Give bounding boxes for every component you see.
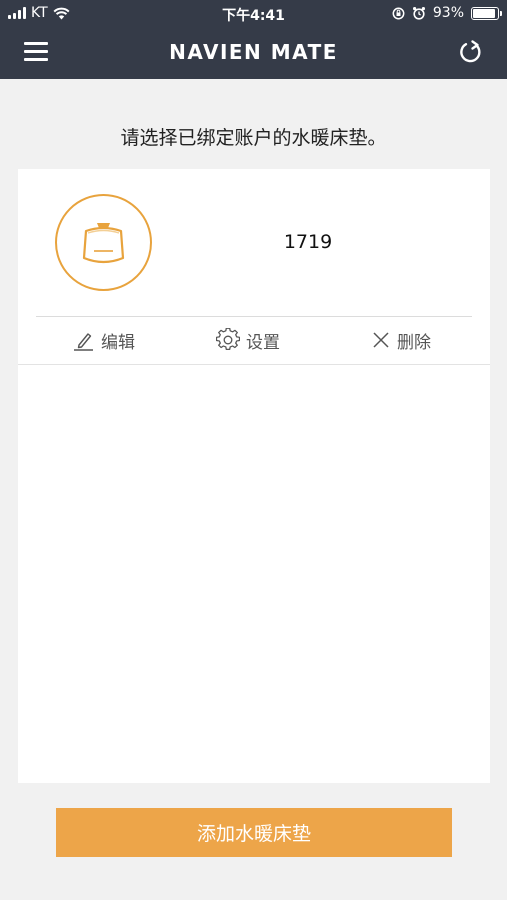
device-avatar <box>55 194 152 291</box>
settings-label: 设置 <box>246 332 280 353</box>
device-actions: 编辑 设置 删除 <box>18 317 490 363</box>
boiler-device-icon <box>82 223 125 264</box>
gear-icon <box>216 328 240 350</box>
divider <box>18 364 490 365</box>
top-bar: KT 下午4:41 93% NAVIEN MATE <box>0 0 507 79</box>
pencil-icon <box>74 333 93 351</box>
brand-logo: NAVIEN MATE <box>169 40 338 64</box>
alarm-clock-icon <box>412 7 425 20</box>
device-name: 1719 <box>283 231 333 253</box>
battery-percent: 93% <box>432 5 464 21</box>
add-mattress-button[interactable]: 添加水暖床垫 <box>56 808 452 857</box>
close-icon <box>373 332 389 348</box>
device-card[interactable]: 1719 编辑 设置 删除 <box>18 169 490 365</box>
orientation-lock-icon <box>392 7 405 19</box>
battery-icon <box>471 6 502 20</box>
delete-button[interactable]: 删除 <box>371 317 431 363</box>
edit-label: 编辑 <box>101 332 135 353</box>
select-device-prompt: 请选择已绑定账户的水暖床垫。 <box>120 127 387 149</box>
settings-button[interactable]: 设置 <box>216 317 280 363</box>
edit-button[interactable]: 编辑 <box>73 317 135 363</box>
status-bar: KT 下午4:41 93% <box>0 0 507 28</box>
refresh-button[interactable] <box>457 38 485 66</box>
delete-label: 删除 <box>397 332 431 353</box>
status-right: 93% <box>392 5 502 21</box>
app-header: NAVIEN MATE <box>0 28 507 79</box>
refresh-icon <box>460 40 481 63</box>
battery-level-fill <box>473 8 496 18</box>
device-list-panel: 1719 编辑 设置 删除 <box>18 169 490 783</box>
